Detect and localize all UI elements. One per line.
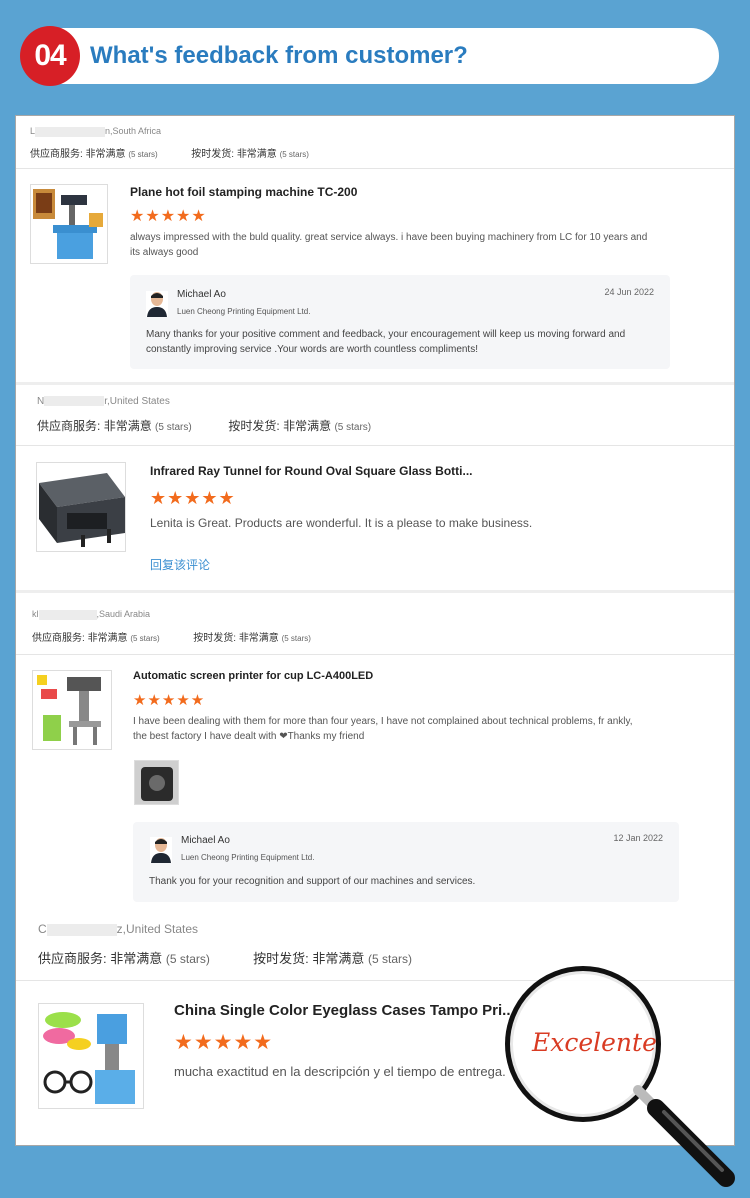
customer-name: Ln,South Africa [30,126,162,137]
reply-text: Many thanks for your positive comment an… [146,329,626,355]
seller-reply: Michael Ao Luen Cheong Printing Equipmen… [130,275,670,369]
rating-line: 供应商服务: 非常满意 (5 stars) 按时发货: 非常满意 (5 star… [38,951,413,966]
product-thumbnail[interactable] [30,184,108,264]
review-header: kl ,Saudi Arabia 供应商服务: 非常满意 (5 stars) 按时… [16,593,734,655]
magnifier-label: Excelente [532,1028,657,1057]
review-photo[interactable] [134,760,179,805]
customer-name: Nr,United States [37,396,170,407]
reply-author: Michael Ao [177,289,226,300]
product-thumbnail[interactable] [38,1003,144,1109]
reply-comment-link[interactable]: 回复该评论 [150,556,210,573]
product-thumbnail[interactable] [32,670,112,750]
review-text: I have been dealing with them for more t… [133,716,633,742]
rating-line: 供应商服务: 非常满意 (5 stars) 按时发货: 非常满意 (5 star… [37,419,372,433]
star-rating: ★★★★★ [130,208,207,225]
customer-name: kl ,Saudi Arabia [32,609,151,620]
review-header: Nr,United States 供应商服务: 非常满意 (5 stars) 按… [16,385,734,446]
review-text: Lenita is Great. Products are wonderful.… [150,516,533,530]
section-number-badge: 04 [20,26,80,86]
rating-line: 供应商服务: 非常满意 (5 stars) 按时发货: 非常满意 (5 star… [32,633,311,644]
reply-date: 12 Jan 2022 [613,833,663,843]
product-title[interactable]: Plane hot foil stamping machine TC-200 [130,185,690,199]
reply-author: Michael Ao [181,835,230,846]
magnifier-handle-icon [633,1085,735,1187]
reply-company: Luen Cheong Printing Equipment Ltd. [181,853,315,862]
page-title: What's feedback from customer? [90,42,468,69]
star-rating: ★★★★★ [174,1031,274,1054]
reply-date: 24 Jun 2022 [604,287,654,297]
reply-text: Thank you for your recognition and suppo… [149,876,476,887]
star-rating: ★★★★★ [133,692,206,709]
review-header: Ln,South Africa 供应商服务: 非常满意 (5 stars) 按时… [16,116,734,169]
review-text: always impressed with the buld quality. … [130,232,648,258]
product-thumbnail[interactable] [36,462,126,552]
avatar [146,291,168,317]
star-rating: ★★★★★ [150,488,236,508]
avatar [150,837,172,863]
product-title[interactable]: Automatic screen printer for cup LC-A400… [133,670,693,682]
product-title[interactable]: Infrared Ray Tunnel for Round Oval Squar… [150,464,710,478]
rating-line: 供应商服务: 非常满意 (5 stars) 按时发货: 非常满意 (5 star… [30,149,309,160]
customer-name: Cz,United States [38,922,199,936]
seller-reply: Michael Ao Luen Cheong Printing Equipmen… [133,822,679,902]
reply-company: Luen Cheong Printing Equipment Ltd. [177,307,311,316]
product-title[interactable]: China Single Color Eyeglass Cases Tampo … [174,1002,530,1019]
review-header: Cz,United States 供应商服务: 非常满意 (5 stars) 按… [16,911,734,981]
